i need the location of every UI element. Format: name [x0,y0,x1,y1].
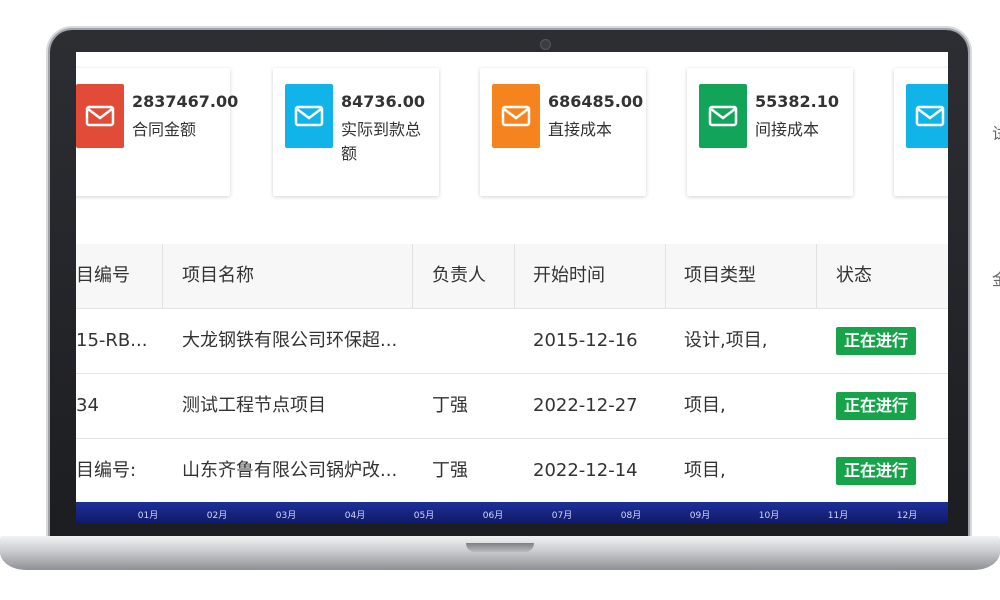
mail-icon [492,84,540,148]
col-header-project-name[interactable]: 项目名称 [182,244,402,308]
month-label[interactable]: 05月 [414,508,434,521]
cell-project-name[interactable]: 测试工程节点项目 [182,374,404,438]
laptop-notch [466,543,534,552]
cell-project-name[interactable]: 山东齐鲁有限公司锅炉改... [182,439,404,503]
stat-label: 间接成本 [755,120,820,139]
month-label[interactable]: 11月 [828,508,848,521]
col-header-owner[interactable]: 负责人 [432,244,512,308]
project-table: 目编号 项目名称 负责人 开始时间 项目类型 状态 15-RB... 大龙钢铁有… [76,244,948,504]
stat-card-received-total: 84736.00 实际到款总额 [273,68,439,196]
cell-start-date: 2022-12-27 [533,395,638,416]
bleed-text: 试 [992,120,1000,144]
laptop-base [0,536,1000,570]
month-label[interactable]: 10月 [759,508,779,521]
table-header-row: 目编号 项目名称 负责人 开始时间 项目类型 状态 [76,244,948,309]
cell-project-id: 15-RB... [76,330,148,351]
cell-owner: 丁强 [432,460,468,481]
stat-value: 55382.10 [755,92,840,111]
status-badge: 正在进行 [836,327,917,355]
cell-project-type: 项目, [684,395,726,416]
stat-card-partial [894,68,948,196]
stat-card-contract-amount: 2837467.00 合同金额 [76,68,238,196]
stat-label: 实际到款总额 [341,120,422,163]
mail-icon [906,84,948,148]
cell-project-name[interactable]: 大龙钢铁有限公司环保超... [182,309,404,373]
status-badge: 正在进行 [836,392,917,420]
stat-value: 2837467.00 [132,92,239,111]
cell-owner [432,309,512,373]
screen: 2837467.00 合同金额 84736.00 实际到款总额 686485.0… [76,52,948,524]
status-badge: 正在进行 [836,457,917,485]
stat-cards: 2837467.00 合同金额 84736.00 实际到款总额 686485.0… [76,68,948,198]
col-header-status[interactable]: 状态 [836,244,936,308]
cell-project-type: 设计,项目, [684,330,768,351]
stat-card-indirect-cost: 55382.10 间接成本 [687,68,853,196]
stat-label: 直接成本 [548,120,613,139]
table-row[interactable]: 34 测试工程节点项目 丁强 2022-12-27 项目, 正在进行 [76,374,948,439]
mail-icon [285,84,333,148]
month-label[interactable]: 03月 [276,508,296,521]
month-label[interactable]: 12月 [897,508,917,521]
col-header-start-date[interactable]: 开始时间 [533,244,663,308]
stat-label: 合同金额 [132,120,197,139]
col-header-project-id[interactable]: 目编号 [76,244,156,308]
cell-project-id: 目编号: [76,460,137,481]
camera-icon [540,39,551,50]
col-header-project-type[interactable]: 项目类型 [684,244,814,308]
cell-start-date: 2015-12-16 [533,330,638,351]
mail-icon [76,84,124,148]
stat-value: 84736.00 [341,92,426,111]
month-label[interactable]: 09月 [690,508,710,521]
mail-icon [699,84,747,148]
month-label[interactable]: 04月 [345,508,365,521]
month-label[interactable]: 01月 [138,508,158,521]
bleed-content: 试 金 [990,60,1000,510]
month-label[interactable]: 08月 [621,508,641,521]
month-label[interactable]: 06月 [483,508,503,521]
cell-project-id: 34 [76,395,99,416]
month-label[interactable]: 02月 [207,508,227,521]
stat-card-direct-cost: 686485.00 直接成本 [480,68,646,196]
month-label[interactable]: 07月 [552,508,572,521]
table-row[interactable]: 目编号: 山东齐鲁有限公司锅炉改... 丁强 2022-12-14 项目, 正在… [76,439,948,504]
stat-value: 686485.00 [548,92,644,111]
cell-owner: 丁强 [432,395,468,416]
month-timeline: 01月 02月 03月 04月 05月 06月 07月 08月 09月 10月 … [76,502,948,524]
cell-project-type: 项目, [684,460,726,481]
cell-start-date: 2022-12-14 [533,460,638,481]
table-row[interactable]: 15-RB... 大龙钢铁有限公司环保超... 2015-12-16 设计,项目… [76,309,948,374]
bleed-text: 金 [992,266,1000,290]
